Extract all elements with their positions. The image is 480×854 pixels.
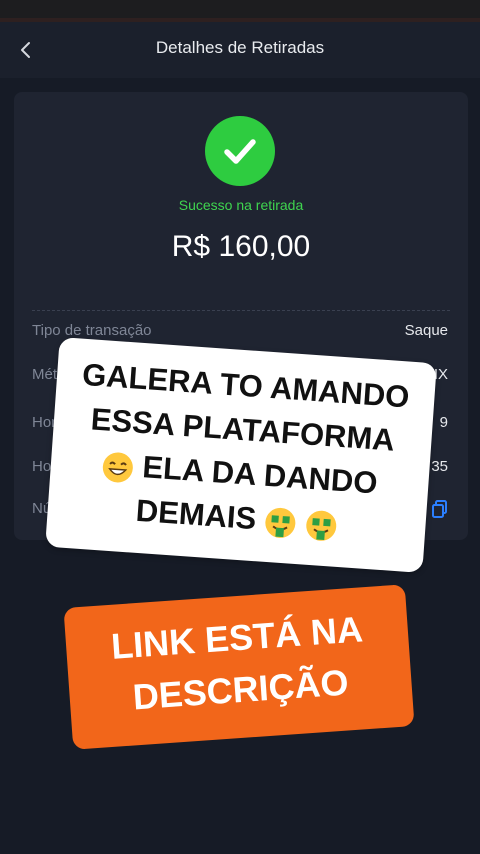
row-label: Mét	[32, 366, 58, 383]
dashed-divider	[32, 310, 450, 311]
row-value: Saque	[404, 322, 448, 339]
promo-line-4: DEMAIS	[134, 492, 258, 537]
withdrawal-amount: R$ 160,00	[171, 230, 311, 263]
money-mouth-face-icon	[306, 510, 337, 541]
copy-icon[interactable]	[432, 500, 448, 522]
status-text: Sucesso na retirada	[178, 197, 304, 213]
money-mouth-face-icon	[265, 507, 296, 538]
page-title: Detalhes de Retiradas	[155, 38, 325, 57]
promo-text-overlay: GALERA TO AMANDO ESSA PLATAFORMA ELA DA …	[45, 337, 437, 573]
top-nav-bar: Detalhes de Retiradas	[0, 22, 480, 78]
success-check-icon	[205, 116, 275, 186]
row-value: 35	[431, 458, 448, 475]
grinning-face-icon	[102, 452, 133, 483]
row-value: 9	[439, 414, 448, 431]
row-label: Tipo de transação	[32, 322, 152, 339]
status-bar	[0, 0, 480, 22]
link-in-description-overlay: LINK ESTÁ NA DESCRIÇÃO	[63, 584, 415, 750]
